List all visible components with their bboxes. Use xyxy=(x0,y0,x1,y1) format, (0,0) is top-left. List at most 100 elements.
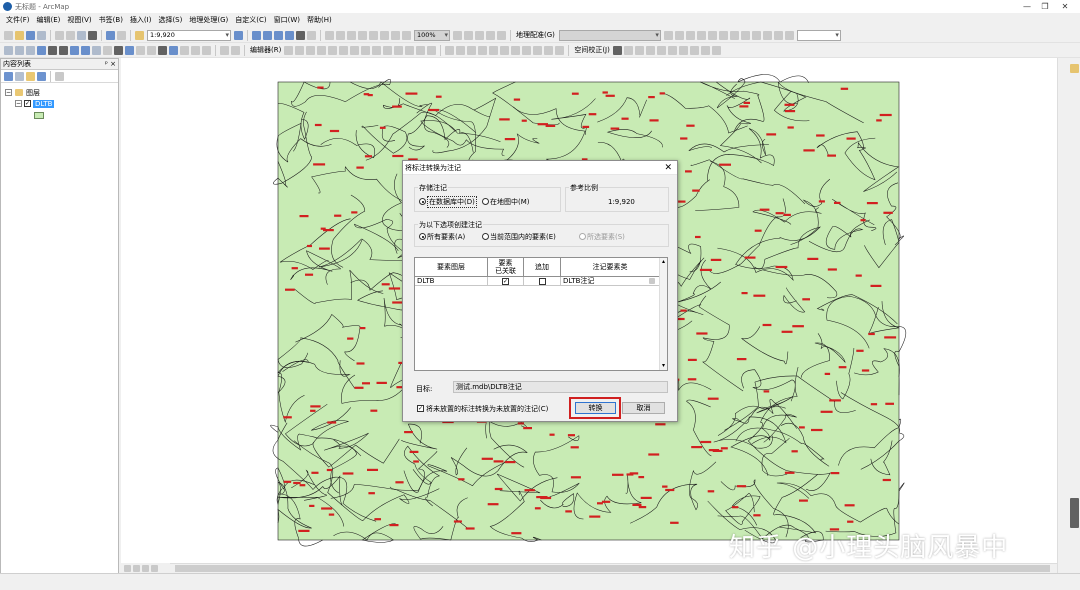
layout-zoom-combo[interactable]: 100% xyxy=(414,29,450,41)
add-data-icon[interactable] xyxy=(135,30,144,40)
list-by-visibility-icon[interactable] xyxy=(26,71,35,81)
col-feature-layer[interactable]: 要素图层 xyxy=(415,258,488,276)
layout-back-icon[interactable] xyxy=(391,30,400,40)
menu-view[interactable]: 视图(V) xyxy=(67,15,91,25)
identify-icon[interactable] xyxy=(125,45,134,55)
menu-insert[interactable]: 插入(I) xyxy=(130,15,152,25)
collapse-icon[interactable]: − xyxy=(5,89,12,96)
row-class-cell[interactable]: DLTB注记 xyxy=(561,277,660,285)
menu-help[interactable]: 帮助(H) xyxy=(307,15,332,25)
georef-tool-2-icon[interactable] xyxy=(674,30,684,40)
modelbuilder-icon[interactable] xyxy=(307,30,316,40)
reshape-icon[interactable] xyxy=(361,45,371,55)
linked-checkbox[interactable]: ✓ xyxy=(502,277,509,285)
col-feature-linked[interactable]: 要素 已关联 xyxy=(488,258,524,276)
layout-zoom-in-icon[interactable] xyxy=(325,30,334,40)
col-annotation-class[interactable]: 注记要素类 xyxy=(561,258,660,276)
copy-icon[interactable] xyxy=(66,30,75,40)
toc-window-icon[interactable] xyxy=(252,30,261,40)
layout-pan-icon[interactable] xyxy=(347,30,356,40)
georef-tool-1-icon[interactable] xyxy=(663,30,673,40)
menu-windows[interactable]: 窗口(W) xyxy=(274,15,300,25)
georef-tool-8-icon[interactable] xyxy=(740,30,750,40)
topology-tool-5-icon[interactable] xyxy=(489,45,499,55)
paste-icon[interactable] xyxy=(77,30,86,40)
all-features-radio[interactable] xyxy=(419,233,426,240)
col-append[interactable]: 追加 xyxy=(524,258,561,276)
data-view-icon[interactable] xyxy=(124,564,131,572)
zoom-out-icon[interactable] xyxy=(15,45,24,55)
dock-scroll-handle[interactable] xyxy=(1070,498,1079,528)
html-popup-icon[interactable] xyxy=(147,45,156,55)
georef-tool-10-icon[interactable] xyxy=(762,30,772,40)
toggle-draft-icon[interactable] xyxy=(453,30,462,40)
layout-view-icon[interactable] xyxy=(133,564,140,572)
layout-fixed-out-icon[interactable] xyxy=(380,30,389,40)
georef-layer-combo[interactable] xyxy=(558,29,661,41)
topology-tool-8-icon[interactable] xyxy=(522,45,532,55)
trace-icon[interactable] xyxy=(328,45,338,55)
new-displacement-link-icon[interactable] xyxy=(623,45,633,55)
save-icon[interactable] xyxy=(26,30,35,40)
georef-tool-7-icon[interactable] xyxy=(729,30,739,40)
extent-features-radio[interactable] xyxy=(482,233,489,240)
topology-tool-6-icon[interactable] xyxy=(500,45,510,55)
view-links-icon[interactable] xyxy=(689,45,699,55)
map-scale-combo[interactable]: 1:9,920 xyxy=(147,29,231,41)
table-vscroll[interactable]: ▴ ▾ xyxy=(659,258,667,370)
sketch-properties-icon[interactable] xyxy=(416,45,426,55)
list-by-drawing-order-icon[interactable] xyxy=(4,71,13,81)
dialog-close-button[interactable]: ✕ xyxy=(664,161,672,175)
undo-icon[interactable] xyxy=(106,30,115,40)
layout-zoom-out-icon[interactable] xyxy=(336,30,345,40)
georef-tool-12-icon[interactable] xyxy=(784,30,794,40)
go-to-xy-icon[interactable] xyxy=(191,45,200,55)
horizontal-scrollbar[interactable] xyxy=(170,563,1057,573)
select-features-icon[interactable] xyxy=(92,45,101,55)
toc-pin-close[interactable]: ᵖ × xyxy=(105,60,116,68)
georef-tool-6-icon[interactable] xyxy=(718,30,728,40)
arctoolbox-icon[interactable] xyxy=(285,30,294,40)
list-by-source-icon[interactable] xyxy=(15,71,24,81)
time-slider-icon[interactable] xyxy=(202,45,211,55)
menu-customize[interactable]: 自定义(C) xyxy=(235,15,266,25)
rotate-icon[interactable] xyxy=(394,45,404,55)
in-database-radio[interactable] xyxy=(419,198,426,205)
toc-options-icon[interactable] xyxy=(55,71,64,81)
select-elements-icon[interactable] xyxy=(114,45,123,55)
swipe-icon[interactable] xyxy=(231,45,240,55)
topology-tool-4-icon[interactable] xyxy=(478,45,488,55)
create-features-icon[interactable] xyxy=(427,45,437,55)
topology-tool-9-icon[interactable] xyxy=(533,45,543,55)
close-window-button[interactable]: ✕ xyxy=(1050,0,1080,13)
list-by-selection-icon[interactable] xyxy=(37,71,46,81)
opt-all-features[interactable]: 所有要素(A) xyxy=(419,232,465,241)
spatial-adjustment-menu[interactable]: 空间校正(J) xyxy=(574,45,610,55)
cut-icon[interactable] xyxy=(55,30,64,40)
topology-tool-10-icon[interactable] xyxy=(544,45,554,55)
cut-polygons-icon[interactable] xyxy=(372,45,382,55)
layer-visibility-checkbox[interactable]: ✓ xyxy=(24,100,31,107)
print-icon[interactable] xyxy=(37,30,46,40)
opt-in-database[interactable]: 在数据库中(D) xyxy=(419,195,477,208)
straight-segment-icon[interactable] xyxy=(306,45,316,55)
forward-extent-icon[interactable] xyxy=(81,45,90,55)
point-icon[interactable] xyxy=(339,45,349,55)
layout-more-icon[interactable] xyxy=(497,30,506,40)
multiple-links-icon[interactable] xyxy=(645,45,655,55)
menu-edit[interactable]: 编辑(E) xyxy=(37,15,61,25)
class-properties-icon[interactable] xyxy=(649,278,655,284)
topology-tool-2-icon[interactable] xyxy=(456,45,466,55)
opt-extent-features[interactable]: 当前范围内的要素(E) xyxy=(482,232,556,241)
split-icon[interactable] xyxy=(383,45,393,55)
target-field[interactable]: 测试.mdb\DLTB注记 xyxy=(453,381,668,393)
opt-in-map[interactable]: 在地图中(M) xyxy=(482,197,530,206)
pan-icon[interactable] xyxy=(26,45,35,55)
cancel-button[interactable]: 取消 xyxy=(622,402,665,414)
topology-tool-7-icon[interactable] xyxy=(511,45,521,55)
layout-forward-icon[interactable] xyxy=(402,30,411,40)
layout-full-icon[interactable] xyxy=(358,30,367,40)
open-icon[interactable] xyxy=(15,30,24,40)
edge-match-icon[interactable] xyxy=(700,45,710,55)
toc-layer-dltb[interactable]: − ✓ DLTB xyxy=(15,98,55,109)
